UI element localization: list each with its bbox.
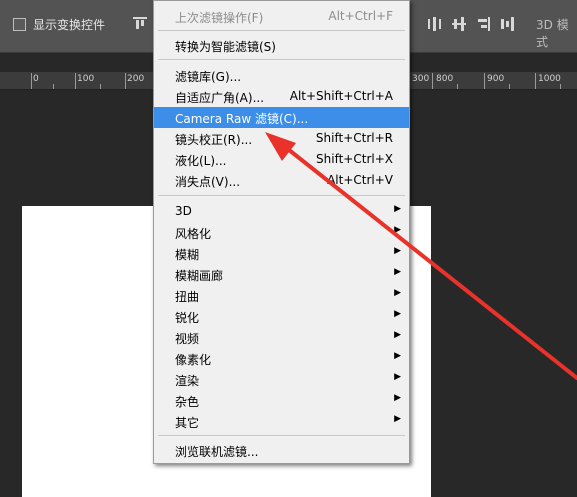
menu-item-label: 上次滤镜操作(F) [175, 11, 264, 25]
menu-separator [158, 435, 405, 436]
ruler-tick [125, 73, 126, 89]
ruler-tick [100, 84, 101, 89]
triangle-right-icon: ▶ [394, 288, 401, 298]
triangle-right-icon: ▶ [394, 393, 401, 403]
menu-item-adaptive-wide-angle[interactable]: 自适应广角(A)... Alt+Shift+Ctrl+A [154, 86, 409, 107]
menu-item-label: 模糊 [175, 248, 200, 262]
triangle-right-icon: ▶ [394, 267, 401, 277]
menu-item-last-filter[interactable]: 上次滤镜操作(F) Alt+Ctrl+F [154, 6, 409, 27]
distribute-right-icon[interactable] [476, 17, 490, 31]
ruler-tick [457, 84, 458, 89]
triangle-right-icon: ▶ [394, 309, 401, 319]
menu-item-video[interactable]: 视频 ▶ [154, 327, 409, 348]
menu-item-noise[interactable]: 杂色 ▶ [154, 390, 409, 411]
menu-item-label: 锐化 [175, 311, 200, 325]
menu-item-pixelate[interactable]: 像素化 ▶ [154, 348, 409, 369]
menu-item-label: 3D [175, 204, 192, 218]
menu-item-filter-gallery[interactable]: 滤镜库(G)... [154, 65, 409, 86]
ruler-mark: 300 [412, 74, 430, 84]
ruler-tick [560, 84, 561, 89]
menu-separator [158, 59, 405, 60]
menu-item-liquify[interactable]: 液化(L)... Shift+Ctrl+X [154, 149, 409, 170]
ruler-tick [432, 73, 433, 89]
ruler-mark: 100 [77, 74, 95, 84]
menu-item-browse-online-filters[interactable]: 浏览联机滤镜... [154, 440, 409, 461]
menu-item-label: 浏览联机滤镜... [175, 445, 259, 459]
menu-item-shortcut: Shift+Ctrl+X [316, 152, 393, 166]
menu-item-label: 镜头校正(R)... [175, 133, 253, 147]
menu-item-distort[interactable]: 扭曲 ▶ [154, 285, 409, 306]
menu-item-label: 滤镜库(G)... [175, 70, 242, 84]
menu-item-label: 风格化 [175, 227, 212, 241]
menu-item-label: 扭曲 [175, 290, 200, 304]
menu-item-blur-gallery[interactable]: 模糊画廊 ▶ [154, 264, 409, 285]
menu-item-label: 渲染 [175, 374, 200, 388]
ruler-mark: 1000 [538, 74, 561, 84]
ruler-tick [31, 73, 32, 89]
menu-item-vanishing-point[interactable]: 消失点(V)... Alt+Ctrl+V [154, 170, 409, 191]
menu-separator [158, 195, 405, 196]
triangle-right-icon: ▶ [394, 246, 401, 256]
ruler-tick [75, 73, 76, 89]
menu-item-camera-raw-filter[interactable]: Camera Raw 滤镜(C)... [154, 107, 409, 128]
ruler-mark: 0 [33, 74, 39, 84]
menu-item-lens-correction[interactable]: 镜头校正(R)... Shift+Ctrl+R [154, 128, 409, 149]
menu-item-label: 液化(L)... [175, 154, 227, 168]
triangle-right-icon: ▶ [394, 351, 401, 361]
menu-item-label: 模糊画廊 [175, 269, 224, 283]
menu-separator [158, 30, 405, 31]
ruler-mark: 900 [487, 74, 505, 84]
menu-item-blur[interactable]: 模糊 ▶ [154, 243, 409, 264]
filter-menu: 上次滤镜操作(F) Alt+Ctrl+F 转换为智能滤镜(S) 滤镜库(G)..… [153, 0, 410, 464]
triangle-right-icon: ▶ [394, 330, 401, 340]
ruler-tick [509, 84, 510, 89]
menu-item-label: 自适应广角(A)... [175, 91, 265, 105]
triangle-right-icon: ▶ [394, 372, 401, 382]
menu-item-convert-smart-filters[interactable]: 转换为智能滤镜(S) [154, 35, 409, 56]
menu-item-render[interactable]: 渲染 ▶ [154, 369, 409, 390]
menu-item-label: 其它 [175, 416, 200, 430]
align-top-icon[interactable] [133, 17, 147, 31]
menu-item-stylize[interactable]: 风格化 ▶ [154, 222, 409, 243]
menu-item-label: Camera Raw 滤镜(C)... [175, 112, 309, 126]
distribute-centers-icon[interactable] [452, 17, 466, 31]
menu-item-3d[interactable]: 3D ▶ [154, 201, 409, 222]
menu-item-shortcut: Shift+Ctrl+R [315, 131, 393, 145]
menu-item-label: 像素化 [175, 353, 212, 367]
menu-item-sharpen[interactable]: 锐化 ▶ [154, 306, 409, 327]
3d-mode-label: 3D 模式 [536, 18, 569, 49]
menu-item-label: 转换为智能滤镜(S) [175, 40, 276, 54]
ruler-tick [535, 73, 536, 89]
triangle-right-icon: ▶ [394, 225, 401, 235]
triangle-right-icon: ▶ [394, 204, 401, 214]
auto-align-icon[interactable] [501, 17, 515, 31]
menu-item-shortcut: Alt+Ctrl+F [328, 9, 393, 23]
triangle-right-icon: ▶ [394, 414, 401, 424]
show-transform-controls-checkbox[interactable] [13, 18, 26, 31]
menu-item-label: 视频 [175, 332, 200, 346]
menu-item-shortcut: Alt+Ctrl+V [327, 173, 393, 187]
menu-item-label: 消失点(V)... [175, 175, 241, 189]
distribute-horizontal-icon[interactable] [428, 17, 442, 31]
ruler-mark: 200 [127, 74, 145, 84]
ruler-mark: 800 [436, 74, 454, 84]
show-transform-controls-label: 显示变换控件 [33, 18, 106, 32]
menu-item-label: 杂色 [175, 395, 200, 409]
ruler-tick [484, 73, 485, 89]
menu-item-shortcut: Alt+Shift+Ctrl+A [289, 89, 393, 103]
ruler-tick [53, 84, 54, 89]
menu-item-other[interactable]: 其它 ▶ [154, 411, 409, 432]
